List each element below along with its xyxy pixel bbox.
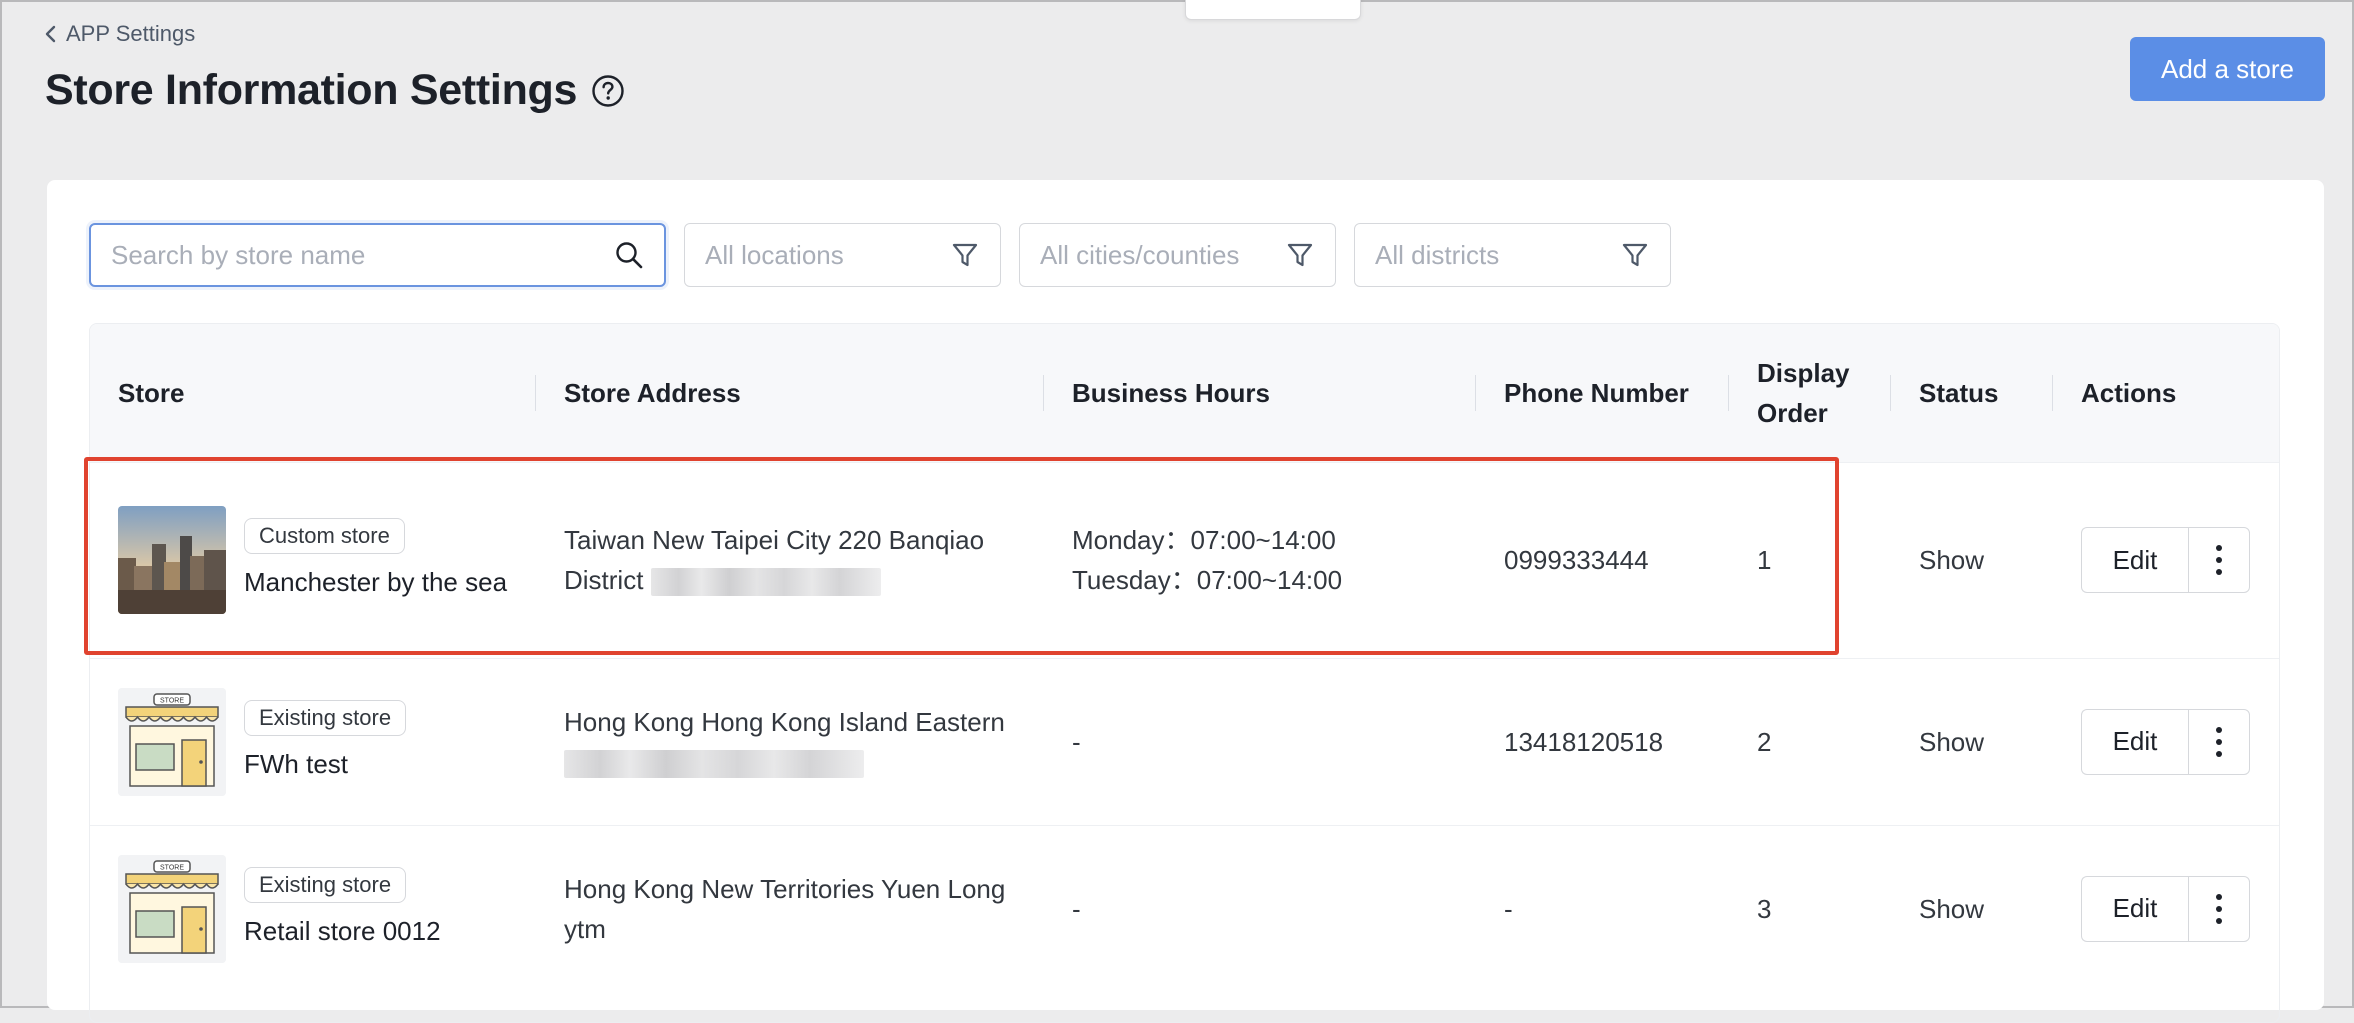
store-name: Manchester by the sea <box>244 567 508 597</box>
search-box[interactable] <box>89 223 666 287</box>
store-cell: STORE <box>118 687 508 796</box>
row-actions: Edit <box>2081 527 2253 593</box>
store-type-tag: Custom store <box>244 518 405 554</box>
business-hours: - <box>1044 657 1476 825</box>
redacted-text <box>564 749 864 778</box>
store-type-tag: Existing store <box>244 866 407 903</box>
table-row: STORE <box>90 657 2279 825</box>
business-hours: - <box>1044 824 1476 992</box>
question-circle-icon[interactable] <box>591 74 625 108</box>
page-title: Store Information Settings <box>45 66 625 115</box>
row-actions: Edit <box>2081 708 2253 775</box>
display-order: 2 <box>1729 657 1891 825</box>
status-text: Show <box>1891 657 2053 825</box>
phone-number: 0999333444 <box>1476 461 1729 658</box>
column-header-address: Store Address <box>536 324 1044 462</box>
district-filter[interactable]: All districts <box>1354 223 1671 287</box>
store-thumbnail: STORE <box>118 687 226 796</box>
table-row: STORE <box>90 824 2279 992</box>
store-address: Hong Kong Hong Kong Island Eastern <box>536 657 1044 825</box>
store-name: Retail store 0012 <box>244 915 441 946</box>
store-address: Taiwan New Taipei City 220 Banqiao Distr… <box>536 461 1044 658</box>
store-thumbnail <box>118 506 226 614</box>
business-hours: Monday：07:00~14:00 Tuesday：07:00~14:00 <box>1044 461 1476 658</box>
column-header-status: Status <box>1891 324 2053 462</box>
filter-bar: All locations All cities/counties All di… <box>89 223 1671 287</box>
column-header-hours: Business Hours <box>1044 324 1476 462</box>
edit-button[interactable]: Edit <box>2081 527 2188 593</box>
back-link-label: APP Settings <box>66 21 196 46</box>
chevron-left-icon <box>45 25 56 43</box>
column-header-display-order: Display Order <box>1729 324 1891 462</box>
page-title-text: Store Information Settings <box>45 66 578 114</box>
filter-icon <box>952 243 978 267</box>
city-filter-label: All cities/counties <box>1040 239 1240 270</box>
store-cell: STORE <box>118 854 508 963</box>
filter-icon <box>1287 243 1313 267</box>
table-header-row: Store Store Address Business Hours Phone… <box>90 324 2279 462</box>
location-filter-label: All locations <box>705 239 844 270</box>
city-photo-thumbnail <box>118 506 226 614</box>
search-input[interactable] <box>111 239 614 271</box>
storefront-icon: STORE <box>118 854 226 963</box>
svg-text:STORE: STORE <box>160 697 184 704</box>
store-list-card: All locations All cities/counties All di… <box>47 180 2324 1023</box>
app-window: APP Settings Store Information Settings … <box>0 0 2354 1023</box>
store-table: Store Store Address Business Hours Phone… <box>89 323 2280 1023</box>
store-thumbnail: STORE <box>118 854 226 963</box>
storefront-icon: STORE <box>118 687 226 796</box>
more-vertical-icon <box>2216 545 2222 575</box>
store-cell: Custom store Manchester by the sea <box>118 506 508 614</box>
store-address: Hong Kong New Territories Yuen Long ytm <box>536 824 1044 992</box>
row-actions: Edit <box>2081 875 2253 942</box>
search-icon[interactable] <box>614 240 644 270</box>
more-vertical-icon <box>2216 893 2222 924</box>
location-filter[interactable]: All locations <box>684 223 1001 287</box>
filter-icon <box>1622 243 1648 267</box>
phone-number: 13418120518 <box>1476 657 1729 825</box>
more-vertical-icon <box>2216 726 2222 757</box>
edit-button[interactable]: Edit <box>2081 875 2188 942</box>
display-order: 3 <box>1729 824 1891 992</box>
more-options-button[interactable] <box>2188 527 2250 593</box>
store-type-tag: Existing store <box>244 699 407 736</box>
add-store-button[interactable]: Add a store <box>2130 37 2325 101</box>
tooltip-stub <box>1185 0 1361 20</box>
status-text: Show <box>1891 824 2053 992</box>
column-header-actions: Actions <box>2081 377 2177 408</box>
phone-number: - <box>1476 824 1729 992</box>
redacted-text <box>650 568 881 597</box>
edit-button[interactable]: Edit <box>2081 708 2188 775</box>
display-order: 1 <box>1729 461 1891 658</box>
svg-text:STORE: STORE <box>160 864 184 871</box>
more-options-button[interactable] <box>2188 708 2250 775</box>
column-header-phone: Phone Number <box>1476 324 1729 462</box>
more-options-button[interactable] <box>2188 875 2250 942</box>
store-name: FWh test <box>244 748 349 779</box>
table-row: Custom store Manchester by the sea Taiwa… <box>90 461 2279 658</box>
back-link[interactable]: APP Settings <box>44 21 195 47</box>
city-filter[interactable]: All cities/counties <box>1019 223 1336 287</box>
district-filter-label: All districts <box>1375 239 1500 270</box>
status-text: Show <box>1891 461 2053 658</box>
column-header-store: Store <box>90 324 536 462</box>
